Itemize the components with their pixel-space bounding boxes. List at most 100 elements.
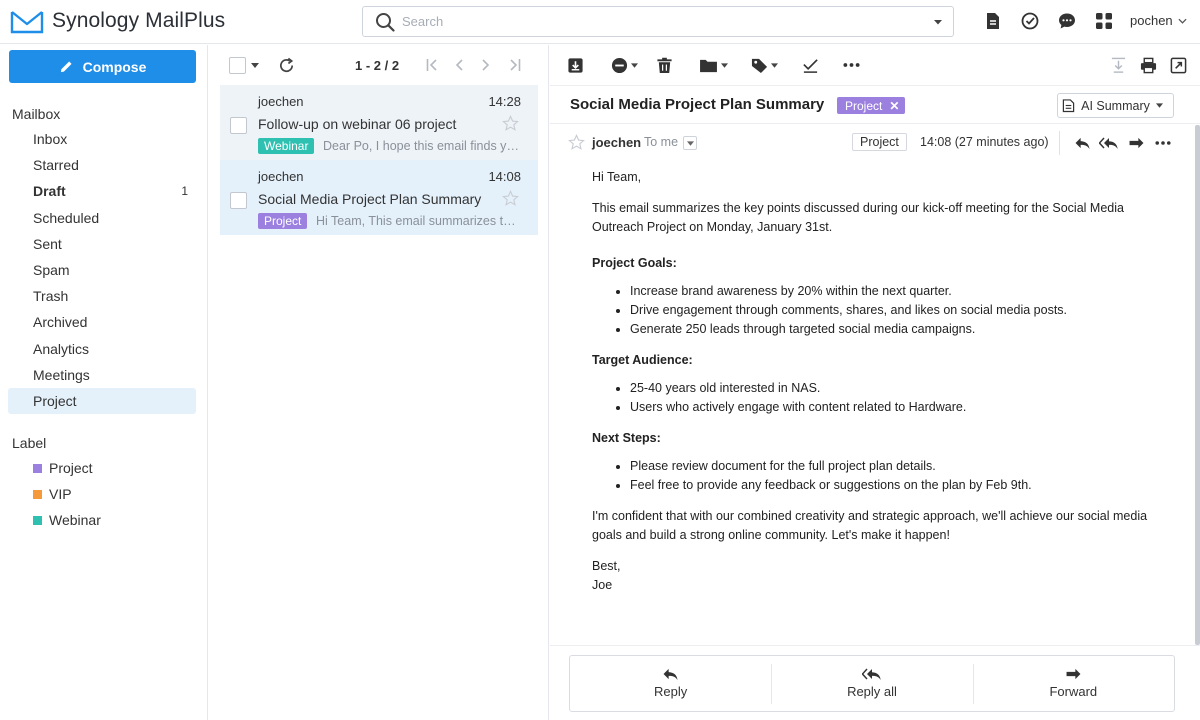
list-item: Increase brand awareness by 20% within t… <box>630 282 1172 301</box>
mail-subject: Follow-up on webinar 06 project <box>258 116 457 132</box>
list-item: Users who actively engage with content r… <box>630 398 1172 417</box>
mail-list-item[interactable]: joechen 14:28 Follow-up on webinar 06 pr… <box>220 85 538 160</box>
mail-checkbox[interactable] <box>230 192 247 209</box>
sidebar-item-spam[interactable]: Spam <box>8 257 196 283</box>
last-page-icon[interactable] <box>507 59 521 71</box>
message-toolbar <box>550 45 1200 86</box>
label-nav: Project VIP Webinar <box>8 455 196 534</box>
download-icon[interactable] <box>1110 55 1127 75</box>
sidebar-item-label: Sent <box>33 235 62 252</box>
reply-all-icon <box>861 668 881 680</box>
first-page-icon[interactable] <box>426 59 440 71</box>
scrollbar[interactable] <box>1195 125 1200 645</box>
print-icon[interactable] <box>1140 55 1157 75</box>
list-item: Please review document for the full proj… <box>630 457 1172 476</box>
body-closing: I'm confident that with our combined cre… <box>592 509 1148 542</box>
message-body: Hi Team, This email summarizes the key p… <box>592 168 1172 595</box>
pagination-label: 1 - 2 / 2 <box>355 58 400 73</box>
mail-checkbox[interactable] <box>230 117 247 134</box>
ai-summary-button[interactable]: AI Summary <box>1057 93 1174 118</box>
sidebar-item-analytics[interactable]: Analytics <box>8 336 196 362</box>
mail-sender: joechen <box>258 94 304 109</box>
sidebar-item-sent[interactable]: Sent <box>8 231 196 257</box>
user-menu[interactable]: pochen <box>1130 13 1187 28</box>
forward-icon[interactable] <box>1128 137 1145 150</box>
sidebar-item-label: Spam <box>33 262 70 279</box>
mail-logo-icon <box>10 11 44 34</box>
sidebar-item-label: Starred <box>33 157 79 174</box>
sidebar-item-label: Analytics <box>33 340 90 357</box>
select-all-checkbox[interactable] <box>229 57 246 74</box>
prev-page-icon[interactable] <box>455 59 463 71</box>
notes-icon[interactable] <box>982 10 1004 32</box>
audience-list: 25-40 years old interested in NAS. Users… <box>592 379 1172 417</box>
block-sender-icon[interactable] <box>611 55 638 75</box>
select-options-caret-icon[interactable] <box>251 63 259 68</box>
mail-time: 14:28 <box>488 94 521 109</box>
compose-button[interactable]: Compose <box>9 50 196 83</box>
refresh-icon[interactable] <box>278 57 295 74</box>
search-options-caret-icon[interactable] <box>933 17 943 27</box>
star-icon[interactable] <box>502 115 519 132</box>
sidebar-item-label: Inbox <box>33 131 68 148</box>
message-subject: Social Media Project Plan Summary <box>570 96 825 113</box>
label-item-project[interactable]: Project <box>8 455 196 481</box>
next-steps-list: Please review document for the full proj… <box>592 457 1172 495</box>
more-options-icon[interactable] <box>843 55 860 75</box>
search-placeholder: Search <box>402 14 444 29</box>
mail-subject: Social Media Project Plan Summary <box>258 191 482 207</box>
search-input[interactable]: Search <box>362 6 954 37</box>
tag-icon[interactable] <box>751 55 778 75</box>
reply-all-icon[interactable] <box>1099 137 1119 150</box>
apps-grid-icon[interactable] <box>1093 10 1115 32</box>
forward-icon <box>1066 668 1081 680</box>
star-icon[interactable] <box>502 190 519 207</box>
audience-heading: Target Audience: <box>592 353 693 367</box>
reply-button[interactable]: Reply <box>570 656 771 711</box>
message-label-tag: Project <box>852 133 907 151</box>
remove-label-icon[interactable]: ✕ <box>889 99 899 113</box>
user-name: pochen <box>1130 13 1173 28</box>
mark-as-read-icon[interactable] <box>802 55 819 75</box>
reply-icon[interactable] <box>1074 137 1091 150</box>
reply-icon <box>663 668 678 681</box>
sidebar-item-scheduled[interactable]: Scheduled <box>8 205 196 231</box>
quick-actions-bar: Reply Reply all Forward <box>569 655 1175 712</box>
goals-heading: Project Goals: <box>592 256 677 270</box>
sidebar-item-meetings[interactable]: Meetings <box>8 362 196 388</box>
signature-text: Joe <box>592 578 613 592</box>
label-color-swatch <box>33 463 42 473</box>
sidebar-item-draft[interactable]: Draft 1 <box>8 178 196 204</box>
chevron-down-icon <box>1178 18 1187 24</box>
mail-preview: Dear Po, I hope this email finds you wel… <box>323 139 520 153</box>
sidebar-item-archived[interactable]: Archived <box>8 309 196 335</box>
label-item-label: Webinar <box>49 512 101 529</box>
sidebar-item-starred[interactable]: Starred <box>8 152 196 178</box>
app-brand[interactable]: Synology MailPlus <box>10 8 225 34</box>
more-options-icon[interactable] <box>1155 140 1171 146</box>
label-item-webinar[interactable]: Webinar <box>8 507 196 533</box>
message-time: 14:08 (27 minutes ago) <box>920 135 1049 149</box>
sidebar-item-inbox[interactable]: Inbox <box>8 126 196 152</box>
body-greeting: Hi Team, <box>592 170 642 184</box>
tasks-icon[interactable] <box>1019 10 1041 32</box>
forward-button[interactable]: Forward <box>972 656 1174 711</box>
recipient-details-caret-icon[interactable] <box>683 136 697 150</box>
move-to-folder-icon[interactable] <box>699 55 728 75</box>
top-bar: Synology MailPlus Search pochen <box>0 0 1200 44</box>
reply-all-button[interactable]: Reply all <box>771 656 972 711</box>
archive-icon[interactable] <box>567 55 584 75</box>
draft-count-badge: 1 <box>181 184 188 199</box>
reply-all-label: Reply all <box>847 684 897 699</box>
sidebar-item-trash[interactable]: Trash <box>8 283 196 309</box>
mail-label-tag: Project <box>258 213 308 229</box>
trash-icon[interactable] <box>656 55 673 75</box>
label-item-vip[interactable]: VIP <box>8 481 196 507</box>
message-sender[interactable]: joechen <box>592 135 641 150</box>
star-icon[interactable] <box>568 134 585 151</box>
open-in-new-window-icon[interactable] <box>1170 55 1187 75</box>
mail-list-item[interactable]: joechen 14:08 Social Media Project Plan … <box>220 160 538 235</box>
chat-icon[interactable] <box>1056 10 1078 32</box>
sidebar-item-project[interactable]: Project <box>8 387 196 415</box>
next-page-icon[interactable] <box>482 59 490 71</box>
